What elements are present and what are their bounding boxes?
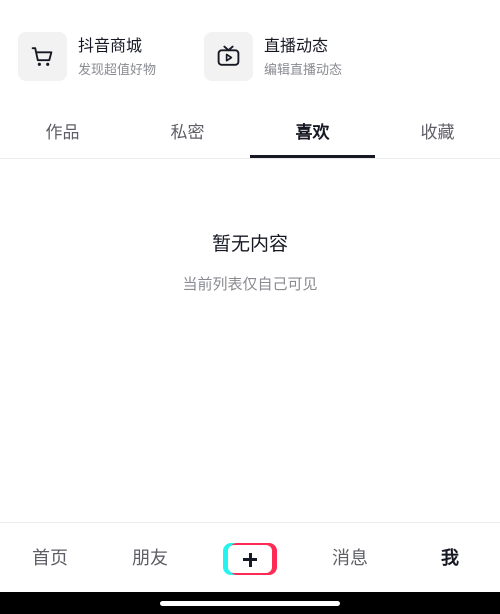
shop-subtitle: 发现超值好物 <box>78 63 157 78</box>
feature-entries: 抖音商城 发现超值好物 直播动态 编辑直播动态 <box>18 30 498 86</box>
tab-private[interactable]: 私密 <box>125 110 250 156</box>
shopping-cart-icon <box>31 47 53 66</box>
nav-messages[interactable]: 消息 <box>300 523 400 593</box>
shop-entry[interactable]: 抖音商城 发现超值好物 <box>18 30 198 82</box>
profile-stats-strip <box>0 0 500 14</box>
tab-likes[interactable]: 喜欢 <box>250 110 375 156</box>
tab-favorites[interactable]: 收藏 <box>375 110 500 156</box>
bottom-nav: 首页 朋友 消息 我 <box>0 522 500 593</box>
nav-home[interactable]: 首页 <box>0 523 100 593</box>
nav-me[interactable]: 我 <box>400 523 500 593</box>
profile-tabs: 作品 私密 喜欢 收藏 <box>0 110 500 159</box>
live-icon-box <box>204 32 253 81</box>
shop-title: 抖音商城 <box>78 36 143 55</box>
system-bottom-bar <box>0 592 500 614</box>
home-indicator[interactable] <box>160 601 340 606</box>
tv-play-icon <box>217 45 240 66</box>
live-entry[interactable]: 直播动态 编辑直播动态 <box>204 30 404 82</box>
empty-state: 暂无内容 当前列表仅自己可见 <box>0 230 500 294</box>
profile-page: 抖音商城 发现超值好物 直播动态 编辑直播动态 作品 私密 喜欢 收藏 暂无内容… <box>0 0 500 614</box>
nav-friends[interactable]: 朋友 <box>100 523 200 593</box>
shop-icon-box <box>18 32 67 81</box>
tab-works[interactable]: 作品 <box>0 110 125 156</box>
live-subtitle: 编辑直播动态 <box>264 63 343 78</box>
live-title: 直播动态 <box>264 36 329 55</box>
create-button[interactable] <box>223 543 277 575</box>
plus-icon-vertical <box>248 552 252 567</box>
empty-state-title: 暂无内容 <box>211 233 288 255</box>
active-tab-indicator <box>250 155 375 158</box>
empty-state-subtitle: 当前列表仅自己可见 <box>182 275 318 293</box>
